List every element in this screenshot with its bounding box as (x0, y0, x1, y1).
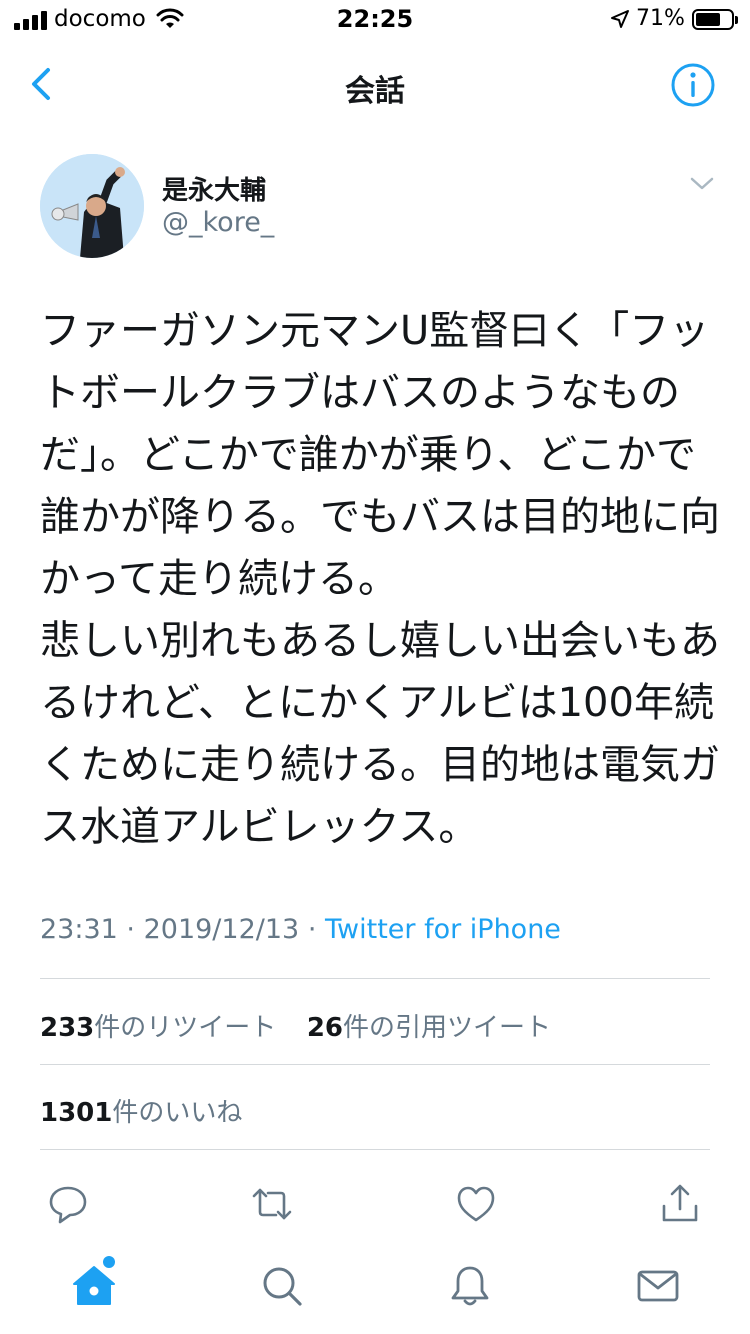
meta-separator: · (126, 914, 135, 945)
likes-count: 1301 (40, 1098, 113, 1128)
page-title: 会話 (345, 74, 405, 109)
location-arrow-icon (611, 10, 629, 28)
battery-icon (692, 9, 738, 30)
like-icon[interactable] (454, 1182, 498, 1226)
tweet-text: ファーガソン元マンU監督曰く「フットボールクラブはバスのようなものだ」。どこかで… (40, 308, 720, 850)
avatar-photo (40, 154, 144, 258)
avatar[interactable] (40, 154, 144, 258)
quotes-stat[interactable]: 26件の引用ツイート (307, 1013, 551, 1043)
retweets-stat[interactable]: 233件のリツイート (40, 1013, 276, 1043)
messages-icon[interactable] (634, 1262, 682, 1310)
retweets-label: 件のリツイート (94, 1013, 277, 1043)
quotes-label: 件の引用ツイート (343, 1013, 552, 1043)
tweet-meta: 23:31 · 2019/12/13 · Twitter for iPhone (40, 914, 561, 945)
tweet-time: 23:31 (40, 914, 118, 945)
info-icon[interactable] (670, 62, 716, 108)
battery-percent: 71% (636, 6, 685, 31)
share-icon[interactable] (658, 1182, 702, 1226)
search-icon[interactable] (258, 1262, 306, 1310)
retweet-icon[interactable] (250, 1182, 294, 1226)
divider (40, 1064, 710, 1065)
quotes-count: 26 (306, 1013, 344, 1043)
status-bar: docomo 22:25 71% (0, 0, 750, 40)
likes-stat[interactable]: 1301件のいいね (40, 1098, 242, 1128)
meta-separator: · (307, 914, 317, 945)
nav-bar: 会話 (0, 40, 750, 130)
home-icon[interactable] (70, 1262, 118, 1310)
likes-label: 件のいいね (112, 1098, 243, 1128)
tweet-source-link[interactable]: Twitter for iPhone (325, 914, 561, 945)
divider (40, 1149, 710, 1150)
new-content-dot (103, 1256, 115, 1268)
tweet-date: 2019/12/13 (143, 914, 300, 945)
like-stats: 1301件のいいね (40, 1092, 242, 1129)
author-name[interactable]: 是永大輔 (162, 170, 266, 207)
retweet-stats: 233件のリツイート 26件の引用ツイート (40, 1007, 551, 1044)
notifications-icon[interactable] (446, 1262, 494, 1310)
author-handle[interactable]: @_kore_ (162, 207, 274, 238)
divider (40, 978, 710, 979)
reply-icon[interactable] (46, 1182, 90, 1226)
battery-fill (696, 13, 720, 26)
chevron-down-icon[interactable] (688, 174, 716, 194)
tweet-actions (0, 1182, 750, 1232)
retweets-count: 233 (40, 1013, 95, 1043)
